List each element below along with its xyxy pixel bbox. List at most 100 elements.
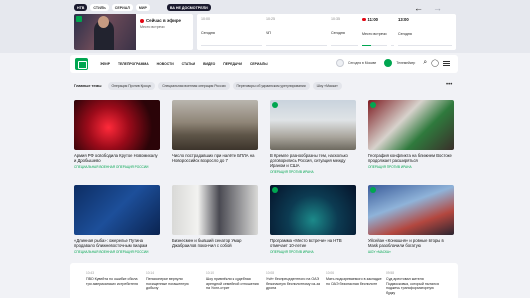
- news-title[interactable]: Армия РФ освободила Крутое Новомихалу и …: [74, 153, 160, 163]
- news-card[interactable]: В Кремле разнообразны тем, насколько дог…: [270, 100, 356, 178]
- tab-ntv[interactable]: НТВ: [74, 4, 88, 11]
- news-tag[interactable]: СПЕЦИАЛЬНАЯ ВОЕННАЯ ОПЕРАЦИЯ РОССИИ: [74, 250, 160, 254]
- topic-chip[interactable]: Операция Против Крокус: [107, 82, 156, 90]
- news-title[interactable]: География конфликта на ближнем Востоке п…: [368, 153, 454, 163]
- ticker-time: 10:43: [86, 271, 94, 275]
- ntv-logo-icon[interactable]: [75, 58, 88, 70]
- nav-item-shows[interactable]: ПЕРЕДАЧИ: [223, 62, 242, 66]
- news-title[interactable]: Бизнесмен и бывший сенатор Умар Джабраил…: [172, 238, 258, 248]
- news-tag[interactable]: ШОУ «МАСКА»: [368, 250, 454, 254]
- arrow-right-icon[interactable]: →: [433, 3, 442, 13]
- ticker-time: 10:06: [326, 271, 334, 275]
- ticker-text[interactable]: Мать подозреваемого в закладке по ОАЭ бе…: [326, 277, 382, 286]
- schedule-progress: [398, 45, 452, 46]
- news-tag[interactable]: ОПЕРАЦИЯ ПРОТИВ ИРАНА: [270, 170, 356, 174]
- user-icon[interactable]: ◯: [431, 59, 439, 67]
- video-play-icon[interactable]: [272, 187, 278, 193]
- channel-tabs: НТВ СТИЛЬ СЕРИАЛ МИР ВА НЕ ДОСМОТРЕЛИ: [74, 4, 211, 11]
- schedule-time: 13:00: [398, 17, 409, 22]
- video-play-icon[interactable]: [272, 102, 278, 108]
- ticker-item[interactable]: 10:06 Мать подозреваемого в закладке по …: [326, 271, 382, 286]
- live-dot-icon: [140, 19, 144, 23]
- header-actions: Сегодня в Москве Телемейкер ⌕ ◯: [336, 59, 450, 67]
- tab-style[interactable]: СТИЛЬ: [90, 4, 109, 11]
- ticker-time: 09:58: [386, 271, 394, 275]
- news-image: [270, 100, 356, 150]
- nav-item-series[interactable]: СЕРИАЛЫ: [250, 62, 268, 66]
- more-topics-icon[interactable]: •••: [446, 82, 452, 88]
- arrow-left-icon[interactable]: ←: [414, 3, 423, 13]
- video-play-icon[interactable]: [370, 102, 376, 108]
- news-image: [172, 100, 258, 150]
- ticker-item[interactable]: 10:10 Шоу привлёкли к судебная арендной …: [206, 271, 262, 291]
- nav-item-news[interactable]: НОВОСТИ: [157, 62, 174, 66]
- news-card[interactable]: Армия РФ освободила Крутое Новомихалу и …: [74, 100, 160, 178]
- live-dot-icon: [362, 17, 366, 21]
- ticker-item[interactable]: 10:14 Пенсионерке вернули похищенные пог…: [146, 271, 202, 291]
- news-card[interactable]: Уйсейан «Конюшня» и ровные вторы в Mask …: [368, 185, 454, 263]
- news-card[interactable]: География конфликта на ближнем Востоке п…: [368, 100, 454, 178]
- news-card[interactable]: Число пострадавших при налёте БПЛА на Но…: [172, 100, 258, 178]
- tab-missed[interactable]: ВА НЕ ДОСМОТРЕЛИ: [166, 4, 211, 11]
- topics-label: Главные темы: [74, 84, 102, 88]
- ticker-text[interactable]: Учёт беспрецедентного на ОАЭ безопасную …: [266, 277, 322, 291]
- news-ticker: 10:43 ПВО Кувейта по ошибке сбила три ам…: [70, 263, 458, 298]
- news-image: [74, 185, 160, 235]
- nav-item-tv-program[interactable]: ТЕЛЕПРОГРАММА: [118, 62, 149, 66]
- news-title[interactable]: «Длинная рыба»: ожерелье Путина продавал…: [74, 238, 160, 248]
- news-image: [270, 185, 356, 235]
- moscow-link[interactable]: Сегодня в Москве: [348, 61, 376, 65]
- schedule-card[interactable]: 13:00 Сегодня: [394, 14, 456, 50]
- news-title[interactable]: Число пострадавших при налёте БПЛА на Но…: [172, 153, 258, 163]
- nav-item-efir[interactable]: ЭФИР: [100, 62, 110, 66]
- moscow-icon[interactable]: [336, 59, 345, 67]
- topic-chip[interactable]: Переговоры об украинском урегулировании: [232, 82, 310, 90]
- topic-chip[interactable]: Специальная военная операция России: [158, 82, 230, 90]
- tab-mir[interactable]: МИР: [135, 4, 150, 11]
- news-card[interactable]: Программа «Место встречи» на НТВ отмечае…: [270, 185, 356, 263]
- news-title[interactable]: В Кремле разнообразны тем, насколько дог…: [270, 153, 356, 168]
- schedule-time-value: 11:00: [367, 17, 378, 22]
- schedule-card-current[interactable]: 11:00 Место встречи: [358, 14, 391, 50]
- news-title[interactable]: Уйсейан «Конюшня» и ровные вторы в Mask …: [368, 238, 454, 248]
- ticker-item[interactable]: 09:58 Суд арестовал жителя Подмосковья, …: [386, 271, 442, 295]
- tab-serial[interactable]: СЕРИАЛ: [111, 4, 133, 11]
- ticker-text[interactable]: ПВО Кувейта по ошибке сбила три американ…: [86, 277, 142, 286]
- ticker-text[interactable]: Пенсионерке вернули похищенные погашенну…: [146, 277, 202, 291]
- news-title[interactable]: Программа «Место встречи» на НТВ отмечае…: [270, 238, 356, 248]
- search-icon[interactable]: ⌕: [423, 59, 427, 67]
- presenter-head: [98, 16, 109, 28]
- schedule-band: НТВ СТИЛЬ СЕРИАЛ МИР ВА НЕ ДОСМОТРЕЛИ ← …: [0, 0, 530, 53]
- news-tag[interactable]: ОПЕРАЦИЯ ПРОТИВ ИРАНА: [270, 250, 356, 254]
- telemaker-link[interactable]: Телемейкер: [396, 61, 415, 65]
- schedule-progress: [362, 45, 387, 46]
- topic-chip[interactable]: Шоу «Маска»: [312, 82, 342, 90]
- ticker-text[interactable]: Суд арестовал жителя Подмосковья, которы…: [386, 277, 442, 295]
- ticker-item[interactable]: 10:08 Учёт беспрецедентного на ОАЭ безоп…: [266, 271, 322, 291]
- news-image: [368, 185, 454, 235]
- nav-item-video[interactable]: ВИДЕО: [203, 62, 215, 66]
- news-image: [74, 100, 160, 150]
- video-play-icon[interactable]: [370, 187, 376, 193]
- progress-fill: [362, 45, 371, 46]
- live-title: Сейчас в эфире: [146, 18, 181, 23]
- main-nav: ЭФИР ТЕЛЕПРОГРАММА НОВОСТИ СТАТЬИ ВИДЕО …: [100, 62, 268, 66]
- ticker-time: 10:10: [206, 271, 214, 275]
- ntv-badge-icon: [76, 16, 82, 22]
- telemaker-icon[interactable]: [384, 59, 393, 67]
- nav-item-articles[interactable]: СТАТЬИ: [182, 62, 195, 66]
- ticker-time: 10:14: [146, 271, 154, 275]
- ticker-text[interactable]: Шоу привлёкли к судебная арендной семейн…: [206, 277, 262, 291]
- news-tag[interactable]: СПЕЦИАЛЬНАЯ ВОЕННАЯ ОПЕРАЦИЯ РОССИИ: [74, 165, 160, 169]
- site-header: ЭФИР ТЕЛЕПРОГРАММА НОВОСТИ СТАТЬИ ВИДЕО …: [70, 55, 458, 73]
- live-now-card[interactable]: Сейчас в эфире Место встречи: [74, 14, 193, 50]
- news-image: [368, 100, 454, 150]
- schedule-arrows: ← →: [414, 3, 442, 13]
- menu-icon[interactable]: [443, 60, 450, 66]
- news-tag[interactable]: ОПЕРАЦИЯ ПРОТИВ ИРАНА: [368, 165, 454, 169]
- news-image: [172, 185, 258, 235]
- news-card[interactable]: Бизнесмен и бывший сенатор Умар Джабраил…: [172, 185, 258, 263]
- ticker-item[interactable]: 10:43 ПВО Кувейта по ошибке сбила три ам…: [86, 271, 142, 286]
- schedule-time: 11:00: [362, 17, 387, 22]
- news-card[interactable]: «Длинная рыба»: ожерелье Путина продавал…: [74, 185, 160, 263]
